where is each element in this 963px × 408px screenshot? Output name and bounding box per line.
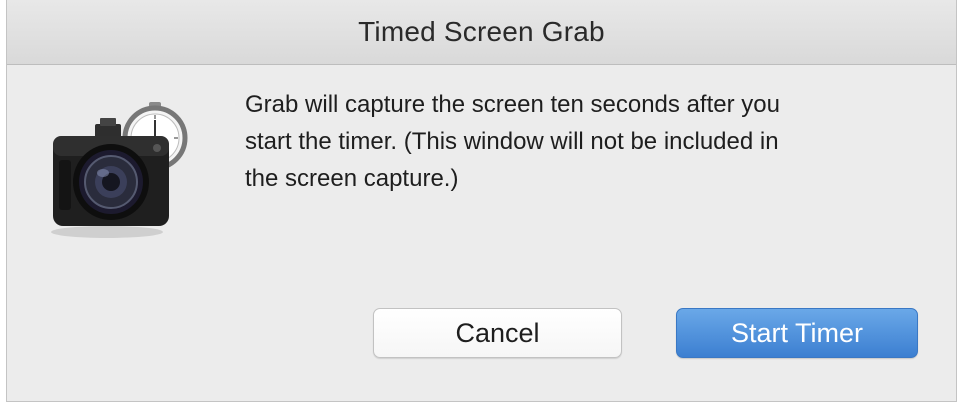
title-bar[interactable]: Timed Screen Grab: [7, 0, 956, 65]
window-title: Timed Screen Grab: [358, 16, 605, 47]
dialog-message: Grab will capture the screen ten seconds…: [245, 91, 780, 192]
cancel-button[interactable]: Cancel: [373, 308, 622, 358]
start-timer-button[interactable]: Start Timer: [676, 308, 918, 358]
camera-timer-icon: [45, 100, 195, 240]
timed-screen-grab-dialog: Timed Screen Grab Grab will capture the …: [6, 0, 957, 402]
